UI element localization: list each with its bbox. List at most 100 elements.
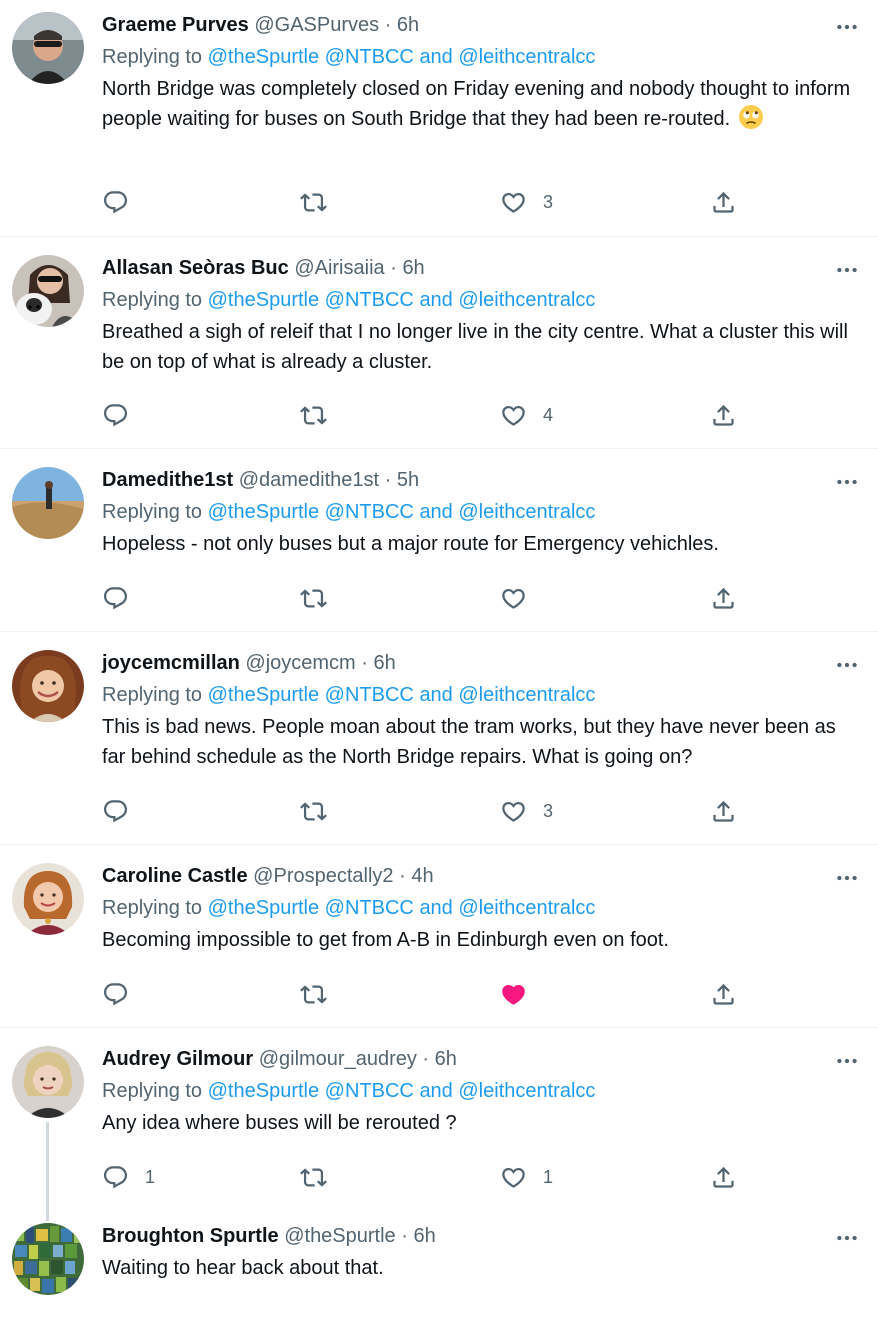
mention-link[interactable]: @leithcentralcc (458, 1080, 595, 1102)
mention-link[interactable]: @NTBCC (325, 684, 414, 706)
timestamp[interactable]: 5h (397, 469, 419, 491)
retweet-button[interactable] (300, 1162, 343, 1192)
share-button[interactable] (710, 187, 737, 217)
share-button[interactable] (710, 979, 737, 1009)
share-icon (710, 981, 737, 1008)
mention-link[interactable]: @leithcentralcc (458, 501, 595, 523)
avatar[interactable] (12, 467, 84, 539)
display-name[interactable]: Allasan Seòras Buc (102, 257, 289, 279)
user-handle[interactable]: @Airisaiia (294, 257, 384, 279)
share-icon (710, 585, 737, 612)
tweet-header: Damedithe1st @damedithe1st · 5h (102, 465, 858, 495)
share-button[interactable] (710, 796, 737, 826)
timestamp[interactable]: 6h (397, 14, 419, 36)
mention-link[interactable]: @theSpurtle (208, 501, 319, 523)
timestamp[interactable]: 6h (413, 1225, 435, 1247)
like-button[interactable] (500, 979, 543, 1009)
user-handle[interactable]: @joycemcm (245, 652, 355, 674)
reply-button[interactable] (102, 400, 145, 430)
more-options-icon[interactable] (834, 652, 860, 678)
tweet[interactable]: joycemcmillan @joycemcm · 6h Replying to… (0, 632, 878, 845)
timestamp[interactable]: 6h (435, 1048, 457, 1070)
reply-button[interactable] (102, 979, 145, 1009)
user-handle[interactable]: @Prospectally2 (253, 865, 393, 887)
timestamp[interactable]: 6h (374, 652, 396, 674)
mention-link[interactable]: @theSpurtle (208, 897, 319, 919)
more-options-icon[interactable] (834, 14, 860, 40)
like-button[interactable] (500, 583, 543, 613)
like-button[interactable]: 4 (500, 400, 553, 430)
mention-link[interactable]: @NTBCC (325, 289, 414, 311)
mention-link[interactable]: @leithcentralcc (458, 289, 595, 311)
reply-button[interactable] (102, 583, 145, 613)
display-name[interactable]: Caroline Castle (102, 865, 248, 887)
display-name[interactable]: Graeme Purves (102, 14, 249, 36)
mention-and: and (419, 501, 453, 523)
share-icon (710, 189, 737, 216)
mention-link[interactable]: @NTBCC (325, 46, 414, 68)
retweet-button[interactable] (300, 187, 343, 217)
share-button[interactable] (710, 400, 737, 430)
more-options-icon[interactable] (834, 865, 860, 891)
mention-link[interactable]: @leithcentralcc (458, 897, 595, 919)
mention-link[interactable]: @theSpurtle (208, 289, 319, 311)
share-button[interactable] (710, 583, 737, 613)
separator-dot: · (384, 469, 392, 491)
tweet[interactable]: Broughton Spurtle @theSpurtle · 6h Waiti… (0, 1207, 878, 1327)
reply-button[interactable] (102, 187, 145, 217)
mention-link[interactable]: @theSpurtle (208, 684, 319, 706)
like-button[interactable]: 1 (500, 1162, 553, 1192)
mention-link[interactable]: @leithcentralcc (458, 684, 595, 706)
display-name[interactable]: Damedithe1st (102, 469, 233, 491)
avatar[interactable] (12, 12, 84, 84)
more-options-icon[interactable] (834, 1048, 860, 1074)
like-button[interactable]: 3 (500, 187, 553, 217)
display-name[interactable]: joycemcmillan (102, 652, 240, 674)
timestamp[interactable]: 6h (402, 257, 424, 279)
user-handle[interactable]: @GASPurves (254, 14, 379, 36)
user-handle[interactable]: @gilmour_audrey (259, 1048, 417, 1070)
tweet[interactable]: Damedithe1st @damedithe1st · 5h Replying… (0, 449, 878, 632)
mention-link[interactable]: @NTBCC (325, 501, 414, 523)
share-button[interactable] (710, 1162, 737, 1192)
avatar[interactable] (12, 650, 84, 722)
tweet[interactable]: Graeme Purves @GASPurves · 6h Replying t… (0, 0, 878, 237)
user-handle[interactable]: @theSpurtle (284, 1225, 395, 1247)
avatar[interactable] (12, 1046, 84, 1118)
mention-link[interactable]: @theSpurtle (208, 46, 319, 68)
more-options-icon[interactable] (834, 469, 860, 495)
display-name[interactable]: Broughton Spurtle (102, 1225, 279, 1247)
reply-button[interactable]: 1 (102, 1162, 155, 1192)
retweet-button[interactable] (300, 979, 343, 1009)
tweet[interactable]: Caroline Castle @Prospectally2 · 4h Repl… (0, 845, 878, 1028)
like-button[interactable]: 3 (500, 796, 553, 826)
mention-link[interactable]: @NTBCC (325, 1080, 414, 1102)
avatar[interactable] (12, 1223, 84, 1295)
action-bar: 1 1 (102, 1162, 752, 1192)
mention-and: and (419, 1080, 453, 1102)
timestamp[interactable]: 4h (411, 865, 433, 887)
replying-to-label: Replying to (102, 897, 203, 919)
separator-dot: · (361, 652, 368, 674)
reply-icon (102, 402, 129, 429)
more-options-icon[interactable] (834, 257, 860, 283)
avatar[interactable] (12, 863, 84, 935)
retweet-button[interactable] (300, 796, 343, 826)
display-name[interactable]: Audrey Gilmour (102, 1048, 253, 1070)
reply-button[interactable] (102, 796, 145, 826)
tweet[interactable]: Allasan Seòras Buc @Airisaiia · 6h Reply… (0, 237, 878, 449)
user-handle[interactable]: @damedithe1st (239, 469, 379, 491)
reply-icon (102, 189, 129, 216)
reply-icon (102, 981, 129, 1008)
mention-link[interactable]: @theSpurtle (208, 1080, 319, 1102)
more-options-icon[interactable] (834, 1225, 860, 1251)
share-icon (710, 798, 737, 825)
avatar[interactable] (12, 255, 84, 327)
reply-icon (102, 798, 129, 825)
tweet[interactable]: Audrey Gilmour @gilmour_audrey · 6h Repl… (0, 1028, 878, 1207)
action-bar: 3 (102, 796, 752, 826)
mention-link[interactable]: @NTBCC (325, 897, 414, 919)
retweet-button[interactable] (300, 400, 343, 430)
mention-link[interactable]: @leithcentralcc (458, 46, 595, 68)
retweet-button[interactable] (300, 583, 343, 613)
